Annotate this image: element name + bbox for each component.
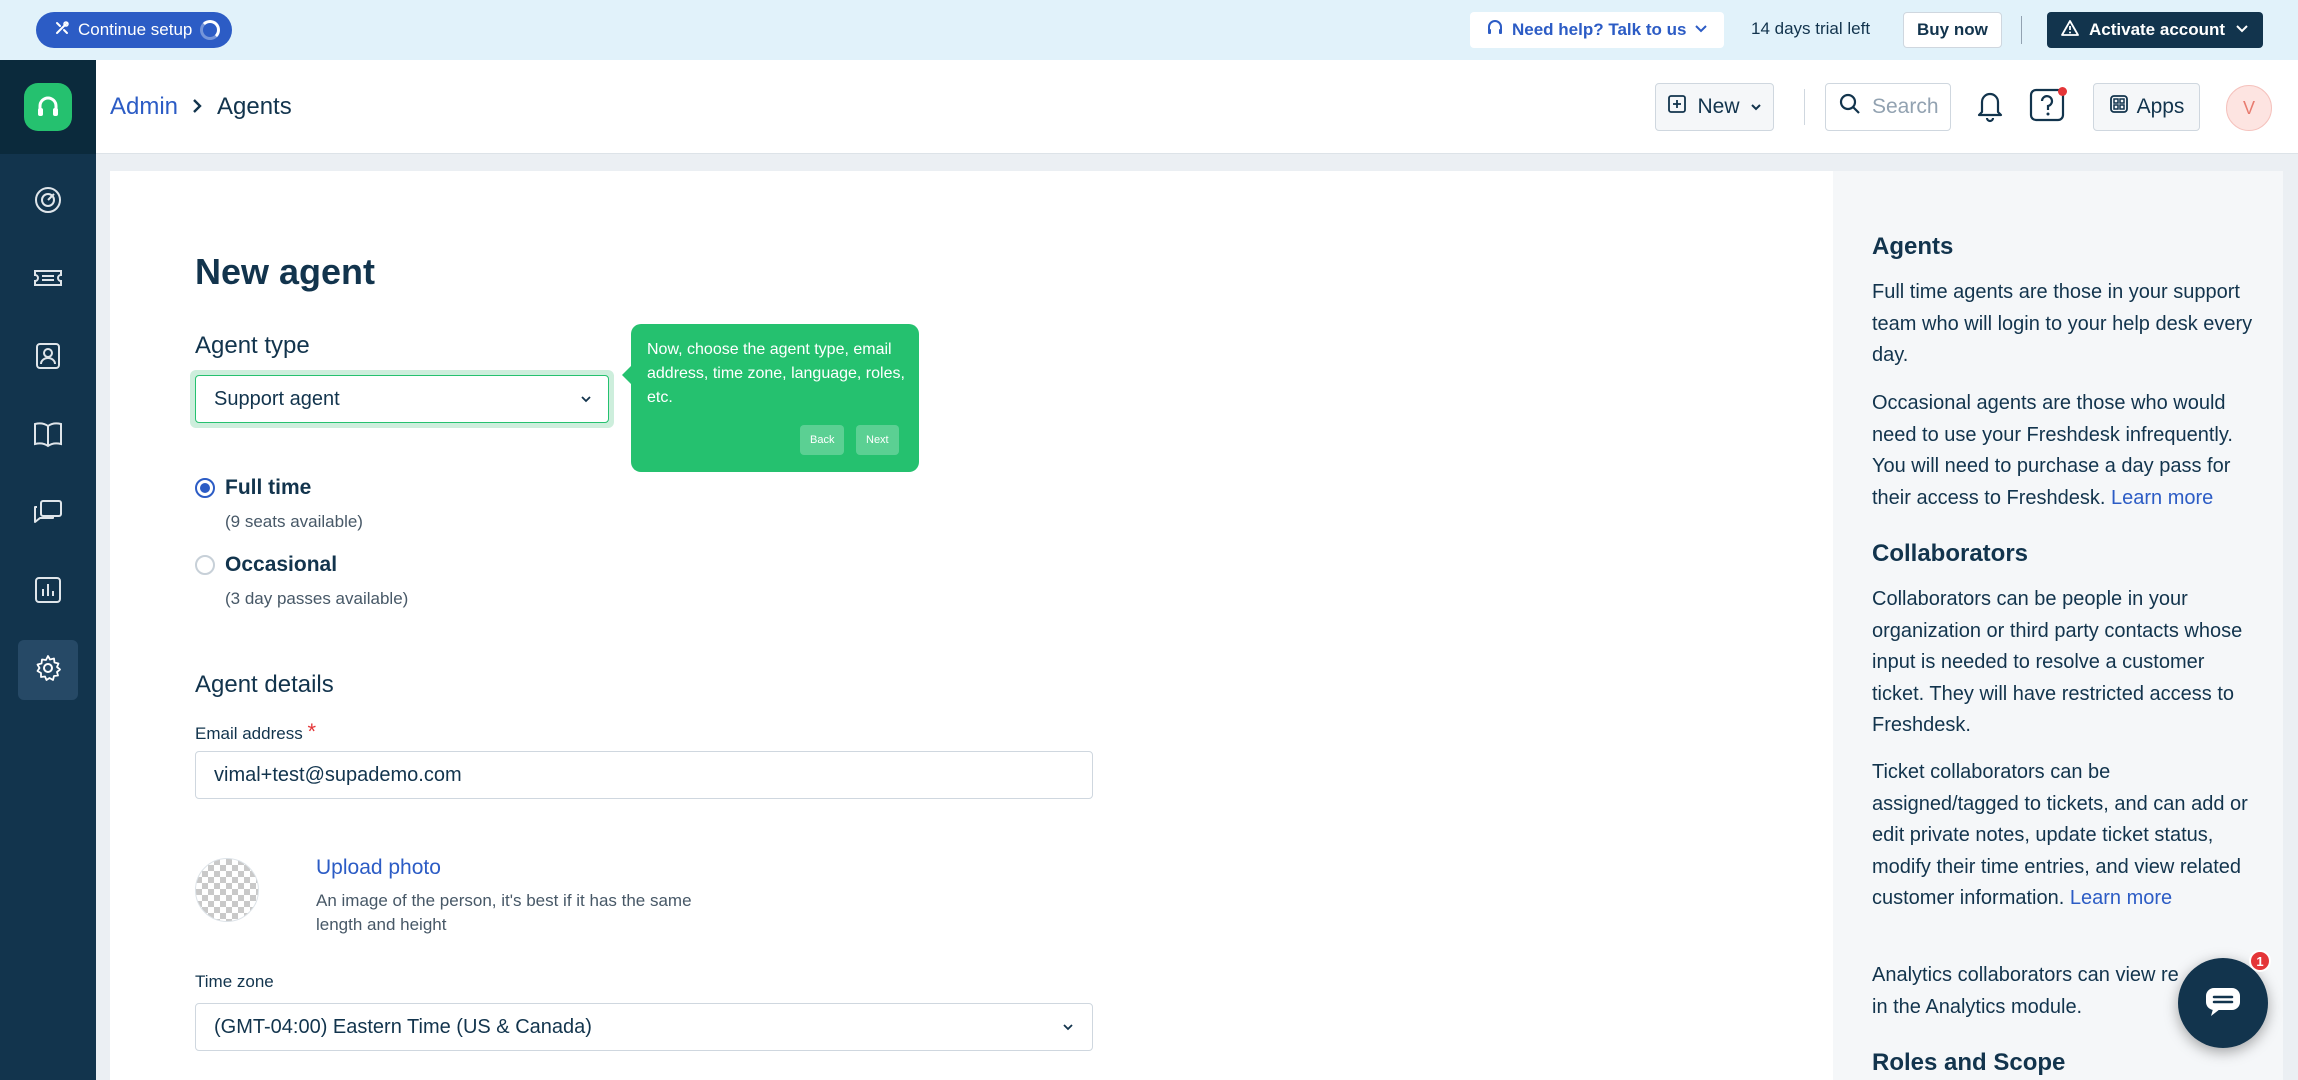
headset-icon	[1486, 19, 1504, 42]
page-header: Admin Agents New Search Apps V	[96, 60, 2298, 154]
forums-icon	[32, 497, 64, 532]
warning-icon	[2061, 19, 2079, 42]
full-time-seats-text: (9 seats available)	[225, 512, 363, 531]
occasional-radio[interactable]	[195, 555, 215, 575]
agent-details-heading: Agent details	[195, 671, 334, 698]
buy-now-button[interactable]: Buy now	[1903, 12, 2002, 48]
notification-dot	[2058, 87, 2067, 96]
chevron-down-icon	[1694, 20, 1708, 40]
collaborators-help-text-2: Ticket collaborators can be assigned/tag…	[1872, 757, 2257, 915]
trial-days-text: 14 days trial left	[1751, 19, 1871, 38]
agents-help-heading: Agents	[1872, 233, 1954, 260]
user-avatar[interactable]: V	[2226, 85, 2272, 131]
header-divider	[1804, 89, 1805, 125]
time-zone-select[interactable]: (GMT-04:00) Eastern Time (US & Canada)	[195, 1003, 1093, 1051]
sidebar-item-admin[interactable]	[18, 640, 78, 700]
top-banner: Continue setup Need help? Talk to us 14 …	[0, 0, 2298, 60]
chevron-right-icon	[190, 97, 204, 120]
dashboard-icon	[33, 185, 63, 220]
search-placeholder: Search	[1872, 95, 1939, 118]
gear-icon	[33, 653, 63, 688]
learn-more-link[interactable]: Learn more	[2111, 487, 2213, 509]
breadcrumb-current: Agents	[217, 93, 292, 120]
email-field[interactable]: vimal+test@supademo.com	[195, 751, 1093, 799]
chat-unread-badge: 1	[2249, 950, 2271, 972]
chevron-down-icon	[1750, 95, 1762, 119]
sidebar-item-forums[interactable]	[18, 484, 78, 544]
required-asterisk: *	[307, 719, 317, 744]
help-side-panel: Agents Full time agents are those in you…	[1833, 171, 2283, 1080]
apps-button[interactable]: Apps	[2093, 83, 2200, 131]
time-zone-value: (GMT-04:00) Eastern Time (US & Canada)	[214, 1015, 592, 1038]
sidebar-item-reports[interactable]	[18, 562, 78, 622]
need-help-label: Need help? Talk to us	[1512, 20, 1687, 39]
activate-account-label: Activate account	[2089, 20, 2226, 39]
plus-square-icon	[1667, 94, 1687, 120]
search-icon	[1838, 92, 1862, 122]
full-time-label[interactable]: Full time	[225, 476, 311, 500]
need-help-dropdown[interactable]: Need help? Talk to us	[1470, 12, 1725, 48]
continue-setup-button[interactable]: Continue setup	[36, 12, 233, 48]
breadcrumb-admin-link[interactable]: Admin	[110, 93, 178, 121]
contacts-icon	[33, 341, 63, 376]
apps-label: Apps	[2136, 95, 2185, 118]
agent-type-value: Support agent	[214, 387, 340, 410]
tooltip-text: Now, choose the agent type, email addres…	[647, 341, 905, 406]
chevron-down-icon	[2235, 20, 2249, 40]
apps-grid-icon	[2109, 94, 2129, 120]
loading-spinner-icon	[200, 20, 221, 40]
roles-scope-heading: Roles and Scope	[1872, 1049, 2066, 1076]
solutions-icon	[32, 419, 64, 454]
collaborators-help-heading: Collaborators	[1872, 540, 2029, 567]
collaborators-help-text-1: Collaborators can be people in your orga…	[1872, 588, 2243, 736]
time-zone-label: Time zone	[195, 972, 274, 991]
sidebar-item-tickets[interactable]	[18, 250, 78, 310]
chevron-down-icon	[1062, 1016, 1074, 1039]
new-button[interactable]: New	[1655, 83, 1774, 131]
continue-setup-label: Continue setup	[78, 20, 193, 39]
walkthrough-tooltip: Now, choose the agent type, email addres…	[622, 324, 919, 472]
occasional-passes-text: (3 day passes available)	[225, 589, 409, 608]
freshdesk-logo-icon[interactable]	[24, 83, 72, 131]
chat-widget-button[interactable]	[2178, 958, 2268, 1048]
sidebar-item-solutions[interactable]	[18, 406, 78, 466]
chevron-down-icon	[580, 388, 592, 411]
email-label-text: Email address	[195, 724, 303, 743]
activate-account-button[interactable]: Activate account	[2047, 12, 2264, 48]
new-agent-form: New agent Agent type Support agent Full …	[110, 171, 1833, 1080]
sidebar-item-contacts[interactable]	[18, 328, 78, 388]
upload-photo-link[interactable]: Upload photo	[316, 856, 441, 880]
tickets-icon	[32, 263, 64, 298]
left-sidebar	[0, 60, 96, 1080]
tooltip-next-button[interactable]: Next	[856, 425, 899, 455]
agent-type-focus-ring: Support agent	[190, 370, 614, 428]
tooltip-back-button[interactable]: Back	[800, 425, 845, 455]
agents-help-text-2: Occasional agents are those who would ne…	[1872, 388, 2257, 514]
chat-bubble-icon	[2203, 984, 2243, 1023]
email-label: Email address *	[195, 719, 316, 745]
search-input[interactable]: Search	[1825, 83, 1951, 131]
email-value: vimal+test@supademo.com	[214, 763, 462, 786]
photo-placeholder	[195, 858, 259, 922]
occasional-label[interactable]: Occasional	[225, 553, 337, 577]
new-button-label: New	[1697, 95, 1740, 118]
agent-type-select[interactable]: Support agent	[195, 375, 609, 423]
collaborators-help-text-3-tail: in the Analytics module.	[1872, 995, 2083, 1018]
learn-more-link[interactable]: Learn more	[2070, 887, 2172, 909]
agents-help-text-1: Full time agents are those in your suppo…	[1872, 281, 2253, 366]
banner-divider	[2021, 16, 2022, 44]
logo-area	[0, 60, 96, 154]
tools-icon	[54, 20, 70, 41]
agent-type-heading: Agent type	[195, 332, 310, 359]
sidebar-item-dashboard[interactable]	[18, 172, 78, 232]
page-title: New agent	[195, 251, 376, 292]
reports-icon	[33, 575, 63, 610]
full-time-radio[interactable]	[195, 478, 215, 498]
collaborators-help-text-3-head: Analytics collaborators can view re	[1872, 964, 2179, 986]
collaborators-help-text-2-body: Ticket collaborators can be assigned/tag…	[1872, 761, 2248, 909]
bell-icon[interactable]	[1974, 87, 2006, 128]
upload-photo-description: An image of the person, it's best if it …	[316, 891, 692, 934]
